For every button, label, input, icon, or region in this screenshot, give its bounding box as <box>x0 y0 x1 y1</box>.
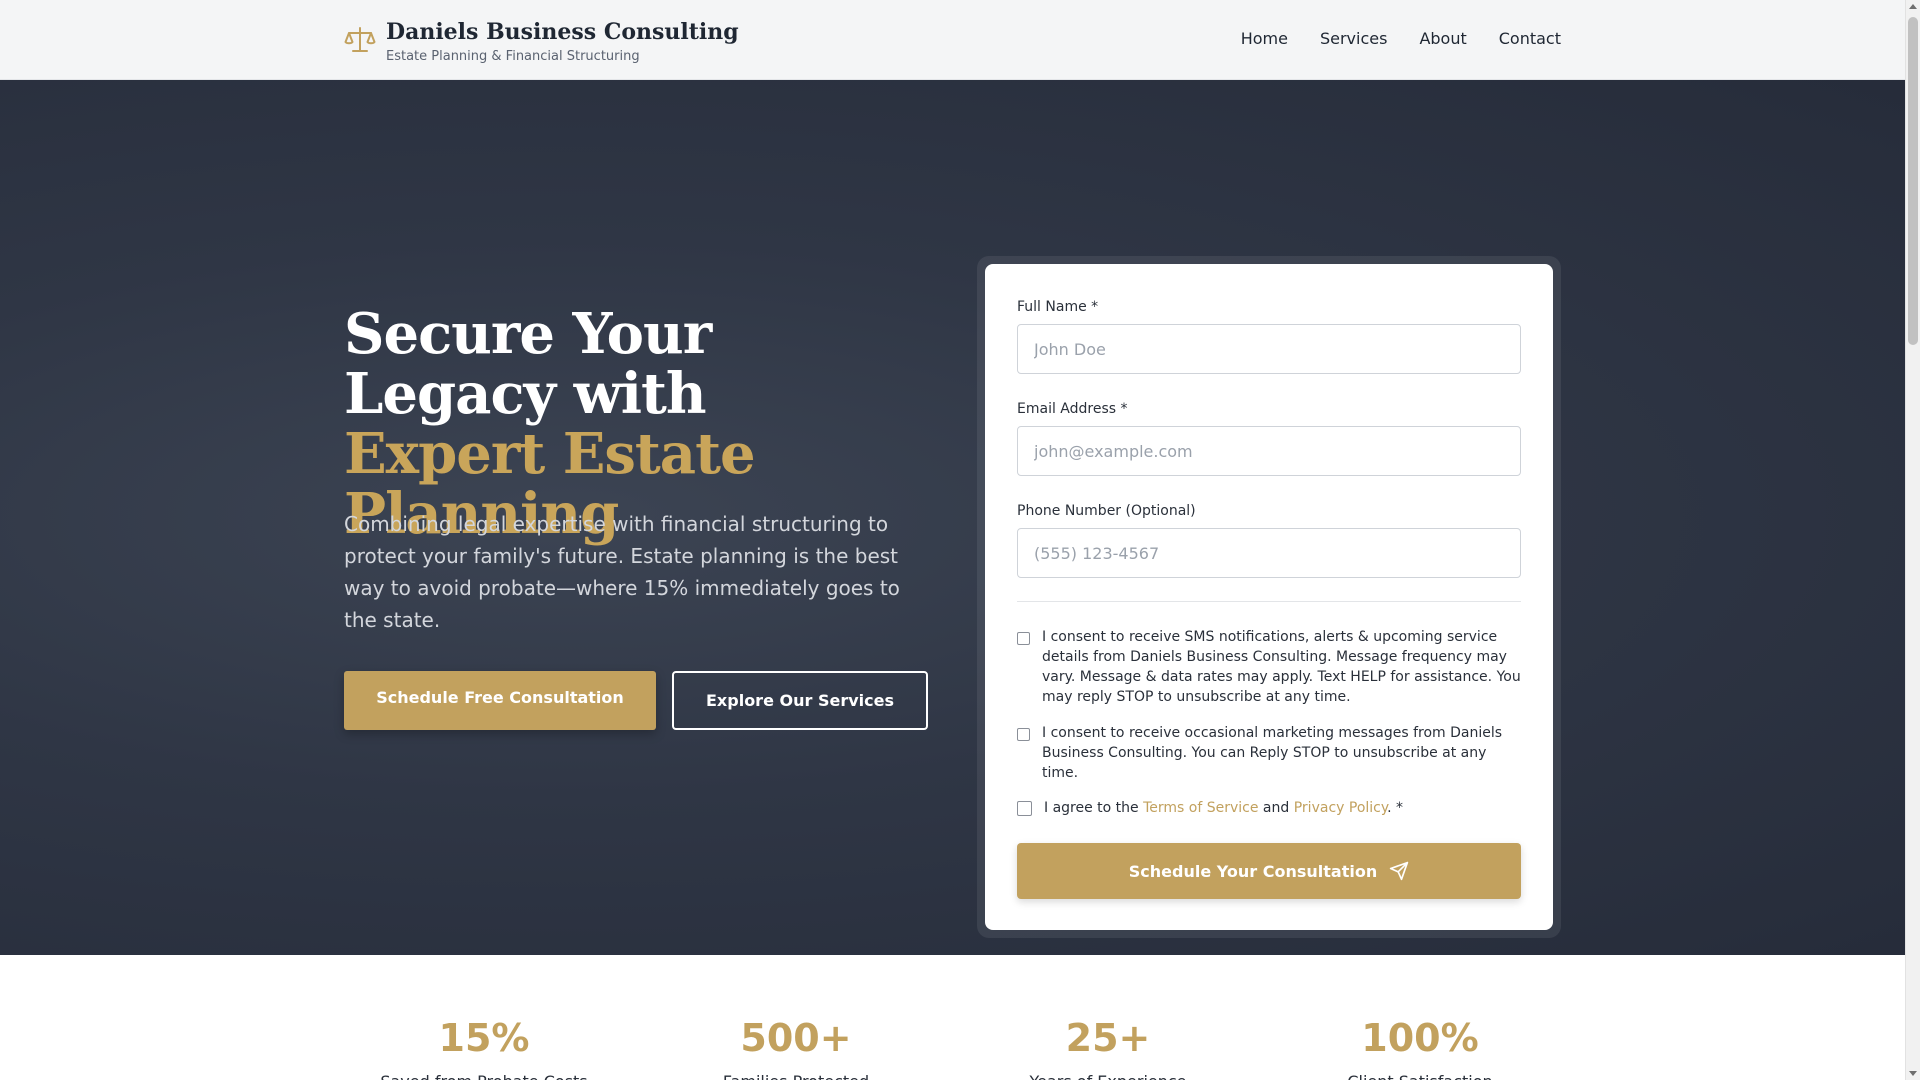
send-icon <box>1390 861 1409 881</box>
brand-subtitle: Estate Planning & Financial Structuring <box>386 49 640 64</box>
explore-services-button[interactable]: Explore Our Services <box>672 671 928 730</box>
form-divider <box>1017 601 1521 602</box>
phone-label: Phone Number (Optional) <box>1017 503 1196 519</box>
stat-label: Years of Experience <box>958 1071 1258 1080</box>
nav-home[interactable]: Home <box>1241 28 1288 50</box>
schedule-consultation-submit-button[interactable]: Schedule Your Consultation <box>1017 843 1521 899</box>
sms-consent-row: I consent to receive SMS notifications, … <box>1017 627 1521 707</box>
main-nav: Home Services About Contact <box>1241 28 1561 50</box>
stat-value: 15% <box>438 1016 530 1060</box>
email-label: Email Address * <box>1017 401 1128 417</box>
stat-label: Client Satisfaction <box>1270 1071 1570 1080</box>
brand[interactable]: Daniels Business Consulting Estate Plann… <box>344 18 739 66</box>
scroll-down-arrow-icon[interactable] <box>1909 1071 1917 1076</box>
nav-services[interactable]: Services <box>1320 28 1387 50</box>
stat-experience: 25+ Years of Experience <box>958 1015 1258 1080</box>
consultation-form: Full Name * Email Address * Phone Number… <box>985 264 1553 930</box>
stat-value: 100% <box>1361 1016 1479 1060</box>
headline-text: Secure Your Legacy with <box>344 301 712 427</box>
schedule-free-consultation-button[interactable]: Schedule Free Consultation <box>344 671 656 730</box>
full-name-label: Full Name * <box>1017 299 1099 315</box>
email-input[interactable] <box>1017 426 1521 476</box>
submit-label: Schedule Your Consultation <box>1128 861 1378 881</box>
nav-about[interactable]: About <box>1419 28 1466 50</box>
stat-probate: 15% Saved from Probate Costs <box>334 1015 634 1080</box>
sms-consent-checkbox[interactable] <box>1017 632 1030 645</box>
scroll-up-arrow-icon[interactable] <box>1909 4 1917 9</box>
sms-consent-text: I consent to receive SMS notifications, … <box>1042 629 1521 705</box>
scroll-thumb[interactable] <box>1908 17 1918 345</box>
marketing-consent-checkbox[interactable] <box>1017 728 1030 741</box>
terms-checkbox[interactable] <box>1017 801 1032 816</box>
phone-input[interactable] <box>1017 528 1521 578</box>
stats-section: 15% Saved from Probate Costs 500+ Famili… <box>0 955 1905 1080</box>
full-name-input[interactable] <box>1017 324 1521 374</box>
brand-title: Daniels Business Consulting <box>386 19 739 45</box>
marketing-consent-text: I consent to receive occasional marketin… <box>1042 725 1503 781</box>
stat-satisfaction: 100% Client Satisfaction <box>1270 1015 1570 1080</box>
scales-icon <box>344 27 376 52</box>
terms-of-service-link[interactable]: Terms of Service <box>1143 800 1258 816</box>
stat-label: Families Protected <box>646 1071 946 1080</box>
page-scrollbar[interactable] <box>1905 0 1920 1080</box>
terms-row: I agree to the Terms of Service and Priv… <box>1017 798 1521 818</box>
hero-section: Secure Your Legacy with Expert Estate Pl… <box>0 80 1905 955</box>
terms-and: and <box>1258 800 1294 816</box>
privacy-policy-link[interactable]: Privacy Policy <box>1294 800 1387 816</box>
site-header: Daniels Business Consulting Estate Plann… <box>0 0 1905 80</box>
stat-value: 25+ <box>1065 1016 1151 1060</box>
terms-suffix: . * <box>1387 800 1404 816</box>
stat-label: Saved from Probate Costs <box>334 1071 634 1080</box>
nav-contact[interactable]: Contact <box>1499 28 1561 50</box>
hero-lead: Combining legal expertise with financial… <box>344 512 900 632</box>
stat-families: 500+ Families Protected <box>646 1015 946 1080</box>
marketing-consent-row: I consent to receive occasional marketin… <box>1017 723 1521 783</box>
stat-value: 500+ <box>740 1016 852 1060</box>
terms-prefix: I agree to the <box>1044 800 1144 816</box>
terms-text: I agree to the Terms of Service and Priv… <box>1044 798 1403 818</box>
